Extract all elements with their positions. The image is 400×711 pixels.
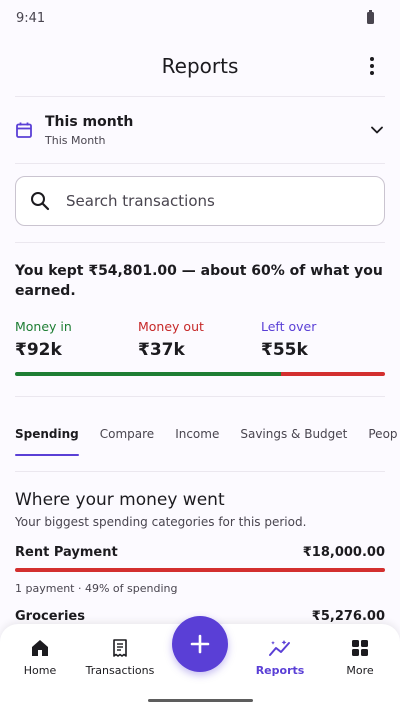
category-amount: ₹18,000.00: [302, 545, 385, 560]
search-icon: [31, 192, 50, 211]
status-time: 9:41: [16, 10, 46, 26]
money-out-value: ₹37k: [138, 340, 185, 360]
left-over-value: ₹55k: [261, 340, 308, 360]
summary-section: You kept ₹54,801.00 — about 60% of what …: [0, 243, 400, 376]
summary-text: You kept ₹54,801.00 — about 60% of what …: [15, 263, 383, 299]
fab-slot: [160, 616, 240, 711]
nav-transactions[interactable]: Transactions: [80, 624, 160, 711]
left-over-label: Left over: [261, 319, 317, 334]
money-in-stat: Money in ₹92k: [15, 319, 138, 360]
search-placeholder: Search transactions: [66, 192, 215, 210]
bottom-navigation: Home Transactions Reports More: [0, 616, 400, 711]
period-text: This month This Month: [45, 114, 369, 147]
category-name: Groceries: [15, 609, 85, 624]
receipt-icon: [113, 639, 127, 657]
home-indicator: [148, 699, 253, 702]
insights-icon: [269, 640, 290, 656]
divider: [15, 163, 385, 164]
money-out-stat: Money out ₹37k: [138, 319, 261, 360]
search-input[interactable]: Search transactions: [15, 176, 385, 226]
period-sublabel: This Month: [45, 133, 106, 147]
nav-more-label: More: [346, 664, 374, 677]
section-subtitle: Your biggest spending categories for thi…: [15, 515, 307, 529]
spending-section: Where your money went Your biggest spend…: [0, 472, 400, 624]
nav-reports-label: Reports: [255, 664, 305, 677]
category-row[interactable]: Rent Payment ₹18,000.00: [15, 545, 385, 560]
report-tabs: Spending Compare Income Savings & Budget…: [0, 397, 400, 471]
nav-home[interactable]: Home: [0, 624, 80, 711]
tab-compare[interactable]: Compare: [100, 427, 154, 441]
tab-savings-budget[interactable]: Savings & Budget: [240, 427, 347, 441]
ratio-bar-spent: [281, 372, 385, 376]
category-bar: [15, 568, 385, 572]
more-options-button[interactable]: [362, 54, 382, 78]
nav-home-label: Home: [23, 664, 57, 677]
tab-spending[interactable]: Spending: [15, 427, 79, 456]
money-in-label: Money in: [15, 319, 72, 334]
dot-icon: [370, 57, 374, 61]
home-icon: [32, 640, 48, 656]
nav-more[interactable]: More: [320, 624, 400, 711]
kept-ratio-bar: [15, 372, 385, 376]
tab-people[interactable]: Peop: [368, 427, 397, 441]
dot-icon: [370, 71, 374, 75]
category-meta: 1 payment · 49% of spending: [15, 582, 178, 595]
plus-icon: [190, 634, 210, 654]
battery-icon: [367, 10, 374, 24]
left-over-stat: Left over ₹55k: [261, 319, 384, 360]
money-out-label: Money out: [138, 319, 204, 334]
category-amount: ₹5,276.00: [311, 609, 385, 624]
period-label: This month: [45, 113, 134, 130]
chevron-down-icon: [371, 126, 383, 134]
app-bar: Reports: [0, 36, 400, 96]
page-title: Reports: [161, 54, 239, 78]
grid-icon: [352, 640, 368, 656]
add-transaction-button[interactable]: [172, 616, 228, 672]
nav-transactions-label: Transactions: [85, 664, 155, 677]
category-name: Rent Payment: [15, 545, 118, 560]
period-selector[interactable]: This month This Month: [0, 97, 400, 163]
money-in-value: ₹92k: [15, 340, 62, 360]
tab-income[interactable]: Income: [175, 427, 219, 441]
section-title: Where your money went: [15, 490, 225, 510]
stats-row: Money in ₹92k Money out ₹37k Left over ₹…: [15, 319, 385, 360]
calendar-icon: [16, 122, 32, 138]
ratio-bar-kept: [15, 372, 282, 376]
dot-icon: [370, 64, 374, 68]
nav-reports[interactable]: Reports: [240, 624, 320, 711]
status-bar: 9:41: [0, 0, 400, 36]
